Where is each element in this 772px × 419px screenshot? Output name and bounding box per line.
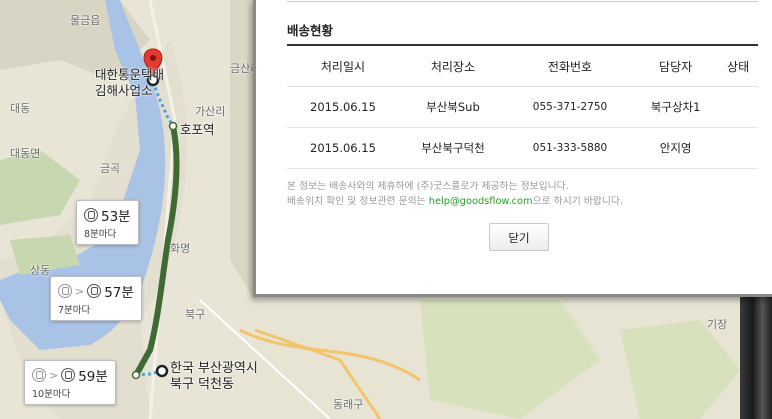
column-header: 상태 xyxy=(718,44,758,87)
dialog-title: 배송현황 xyxy=(287,23,334,38)
route-option-3[interactable]: > 59분 10분마다 xyxy=(24,360,116,405)
route-frequency: 10분마다 xyxy=(32,389,71,400)
cell-phone: 055-371-2750 xyxy=(506,86,634,128)
route-duration: 57분 xyxy=(104,285,134,301)
place-label: 물금읍 xyxy=(70,14,101,27)
table-row: 2015.06.15 부산북구덕천 051-333-5880 안지영 xyxy=(287,127,758,169)
place-label: 북구 xyxy=(185,308,206,321)
place-label: 상동 xyxy=(30,264,51,277)
cell-handler: 안지영 xyxy=(633,127,719,169)
place-label: 대동면 xyxy=(10,147,41,160)
route-frequency: 8분마다 xyxy=(84,229,117,240)
divider xyxy=(287,1,758,2)
column-header: 처리장소 xyxy=(398,44,507,87)
close-button[interactable]: 닫기 xyxy=(489,223,549,251)
place-label: 화명 xyxy=(170,242,191,255)
bus-icon xyxy=(84,208,98,222)
place-label: 기장 xyxy=(707,318,728,331)
cell-status xyxy=(718,86,758,128)
note-line2: 배송위치 확인 및 정보관련 문의는 help@goodsflow.com으로 … xyxy=(287,194,623,209)
cell-location: 부산북Sub xyxy=(398,86,507,128)
place-label: 금곡 xyxy=(100,162,121,175)
info-note: 본 정보는 배송사와의 제휴하에 (주)굿스플로가 제공하는 정보입니다. 배송… xyxy=(287,179,623,209)
dest-label-line2: 북구 덕천동 xyxy=(170,377,234,392)
column-header: 처리일시 xyxy=(287,44,399,87)
cell-handler: 북구상차1 xyxy=(633,86,719,128)
note-line1: 본 정보는 배송사와의 제휴하에 (주)굿스플로가 제공하는 정보입니다. xyxy=(287,181,569,192)
note-prefix: 배송위치 확인 및 정보관련 문의는 xyxy=(287,196,429,207)
origin-label-line2: 김해사업소 xyxy=(95,83,153,98)
note-suffix: 으로 하시기 바랍니다. xyxy=(532,196,624,207)
cell-location: 부산북구덕천 xyxy=(398,127,507,169)
chevron-right-icon: > xyxy=(75,284,85,298)
shipment-table: 처리일시 처리장소 전화번호 담당자 상태 2015.06.15 부산북Sub … xyxy=(287,44,758,169)
cell-phone: 051-333-5880 xyxy=(506,127,634,169)
email-link[interactable]: help@goodsflow.com xyxy=(429,196,533,207)
route-duration: 59분 xyxy=(78,369,108,385)
column-header: 담당자 xyxy=(633,44,719,87)
bus-icon xyxy=(58,284,72,298)
bus-icon xyxy=(32,368,46,382)
cell-datetime: 2015.06.15 xyxy=(287,127,399,169)
bus-icon xyxy=(87,284,102,298)
column-header: 전화번호 xyxy=(506,44,634,87)
chevron-right-icon: > xyxy=(49,368,59,382)
table-header-row: 처리일시 처리장소 전화번호 담당자 상태 xyxy=(287,44,758,87)
place-label: 가산리 xyxy=(195,105,226,118)
route-duration: 53분 xyxy=(101,209,131,225)
table-row: 2015.06.15 부산북Sub 055-371-2750 북구상차1 xyxy=(287,86,758,128)
cell-status xyxy=(718,127,758,169)
station-label: 호포역 xyxy=(180,122,215,137)
route-option-2[interactable]: > 57분 7분마다 xyxy=(50,276,142,321)
place-label: 대동 xyxy=(10,102,31,115)
route-option-1[interactable]: 53분 8분마다 xyxy=(76,200,139,245)
cell-datetime: 2015.06.15 xyxy=(287,86,399,128)
route-frequency: 7분마다 xyxy=(58,305,91,316)
bus-icon xyxy=(61,368,76,382)
background-photo xyxy=(740,296,772,419)
place-label: 동래구 xyxy=(333,398,364,411)
shipment-status-dialog: 배송현황 처리일시 처리장소 전화번호 담당자 상태 2015.06.15 부산… xyxy=(253,0,772,297)
